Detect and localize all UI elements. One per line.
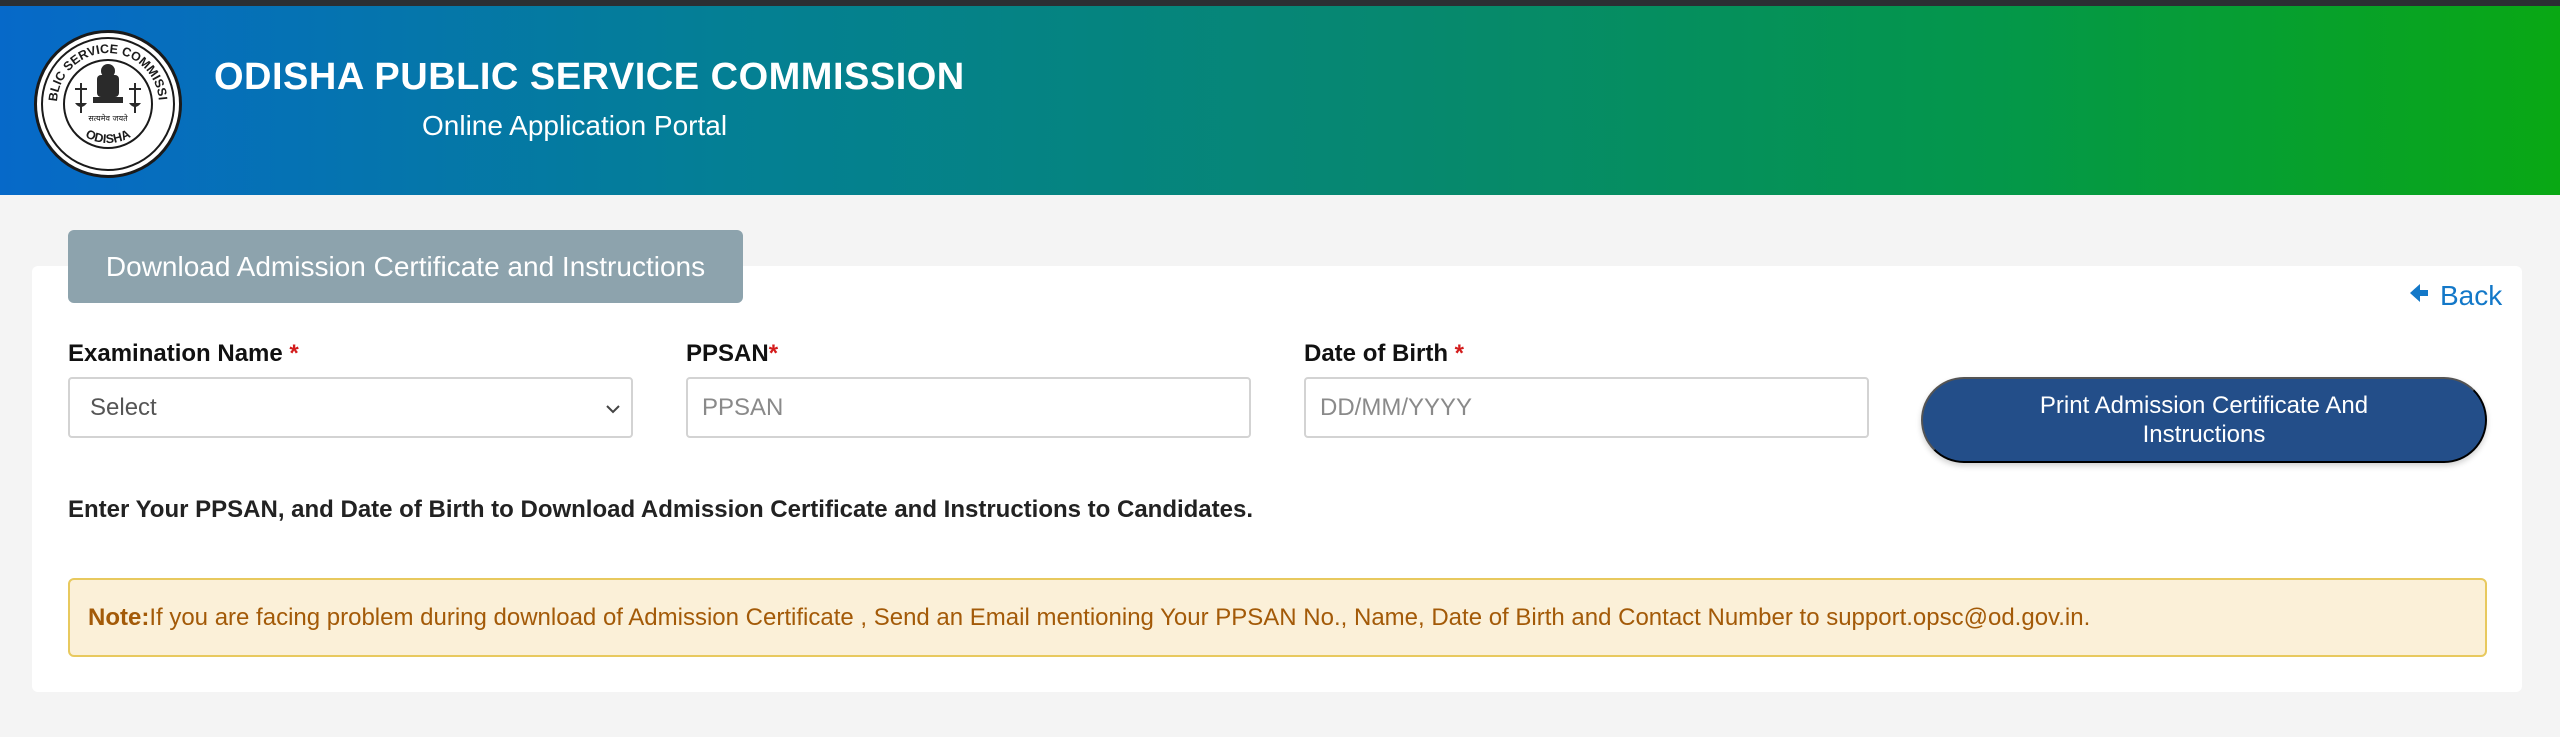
exam-name-label-text: Examination Name [68,340,283,367]
opsc-logo: PUBLIC SERVICE COMMISSION ODISHA सत्यमेव… [34,30,182,178]
note-text: If you are facing problem during downloa… [149,603,2091,631]
portal-subtitle: Online Application Portal [422,110,728,141]
print-admission-button[interactable]: Print Admission Certificate And Instruct… [1921,377,2487,463]
instruction-text: Enter Your PPSAN, and Date of Birth to D… [68,496,1254,523]
required-mark: * [289,340,299,367]
logo-motto: सत्यमेव जयते [88,113,128,123]
arrow-left-icon [2406,280,2430,312]
back-link[interactable]: Back [2406,280,2502,312]
dob-input[interactable]: DD/MM/YYYY [1304,377,1869,438]
panel-title-tab: Download Admission Certificate and Instr… [68,230,743,303]
ppsan-placeholder: PPSAN [702,393,784,421]
ppsan-input[interactable]: PPSAN [686,377,1251,438]
note-alert: Note: If you are facing problem during do… [68,578,2487,657]
org-title: ODISHA PUBLIC SERVICE COMMISSION [214,56,965,98]
ppsan-label-text: PPSAN [686,340,769,367]
exam-name-label: Examination Name * [68,340,299,368]
required-mark: * [1454,340,1465,367]
ppsan-label: PPSAN* [686,340,778,368]
site-header: PUBLIC SERVICE COMMISSION ODISHA सत्यमेव… [0,6,2560,195]
required-mark: * [768,340,779,367]
exam-name-select[interactable]: Select [68,377,633,438]
dob-placeholder: DD/MM/YYYY [1320,393,1473,421]
exam-name-selected-value: Select [90,393,157,421]
note-prefix: Note: [88,603,150,631]
chevron-down-icon [606,405,620,414]
back-label: Back [2440,280,2503,311]
dob-label-text: Date of Birth [1304,340,1448,367]
dob-label: Date of Birth * [1304,340,1464,368]
